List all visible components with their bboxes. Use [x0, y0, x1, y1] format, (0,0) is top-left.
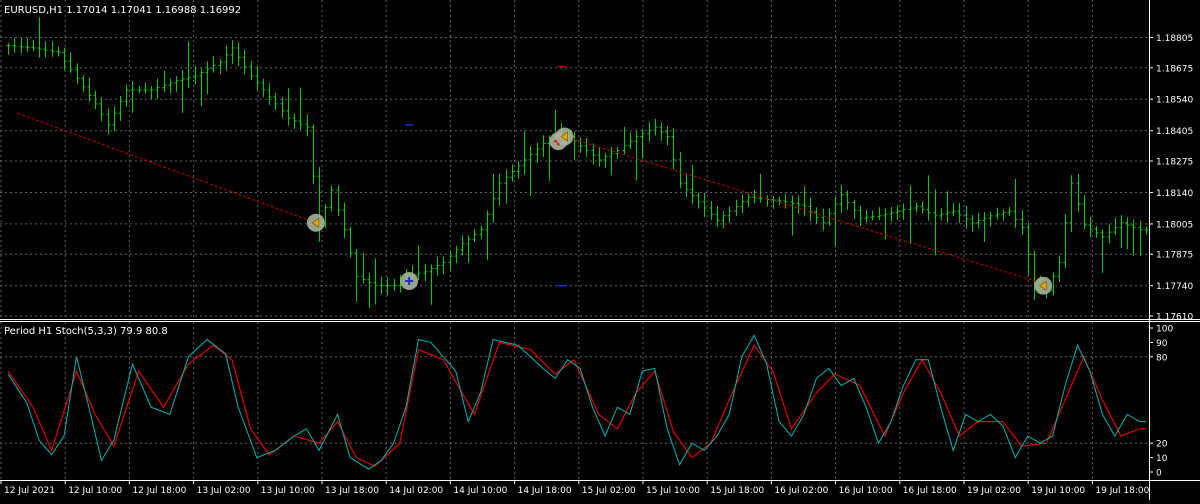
chart-svg: 1.18805 1.18675 1.18540 1.18405 1.18275 1.181…: [0, 0, 1200, 500]
price-axis-label: 1.18540: [1156, 96, 1193, 106]
stoch-axis-label: 20: [1156, 440, 1168, 450]
time-axis-label: 15 Jul 02:00: [582, 486, 636, 496]
time-axis-label: 16 Jul 10:00: [839, 486, 893, 496]
stoch-axis-label: 100: [1156, 325, 1173, 335]
price-axis-label: 1.18140: [1156, 189, 1193, 199]
time-axis-label: 16 Jul 02:00: [774, 486, 828, 496]
time-axis-label: 14 Jul 02:00: [389, 486, 443, 496]
time-axis-label: 15 Jul 10:00: [646, 486, 700, 496]
chart-window[interactable]: 1.18805 1.18675 1.18540 1.18405 1.18275 1.181…: [0, 0, 1200, 500]
time-axis-label: 14 Jul 10:00: [453, 486, 507, 496]
stoch-axis-label: 10: [1156, 454, 1168, 464]
time-axis-label: 19 Jul 02:00: [967, 486, 1021, 496]
time-axis-label: 16 Jul 18:00: [903, 486, 957, 496]
indicator-header: Period H1 Stoch(5,3,3) 79.9 80.8: [4, 326, 168, 337]
price-axis-label: 1.18005: [1156, 220, 1193, 230]
time-axis-label: 19 Jul 18:00: [1095, 486, 1149, 496]
time-axis-label: 15 Jul 18:00: [710, 486, 764, 496]
time-axis-label: 12 Jul 2021: [4, 486, 55, 496]
time-axis-label: 13 Jul 10:00: [261, 486, 315, 496]
stoch-axis-label: 0: [1156, 469, 1162, 479]
time-axis-label: 14 Jul 18:00: [518, 486, 572, 496]
price-axis-label: 1.18405: [1156, 127, 1193, 137]
stoch-axis-label: 80: [1156, 353, 1168, 363]
price-axis-label: 1.17610: [1156, 313, 1193, 323]
time-axis-label: 12 Jul 18:00: [132, 486, 186, 496]
price-axis-label: 1.17740: [1156, 282, 1193, 292]
time-axis-label: 13 Jul 02:00: [197, 486, 251, 496]
price-axis-label: 1.18675: [1156, 64, 1193, 74]
time-axis-label: 19 Jul 10:00: [1031, 486, 1085, 496]
symbol-header: EURUSD,H1 1.17014 1.17041 1.16988 1.1699…: [4, 5, 241, 16]
time-axis-label: 12 Jul 10:00: [68, 486, 122, 496]
price-axis-label: 1.18275: [1156, 158, 1193, 168]
price-axis-label: 1.18805: [1156, 34, 1193, 44]
stoch-axis-label: 90: [1156, 339, 1168, 349]
price-axis-label: 1.17875: [1156, 251, 1193, 261]
time-axis-label: 13 Jul 18:00: [325, 486, 379, 496]
